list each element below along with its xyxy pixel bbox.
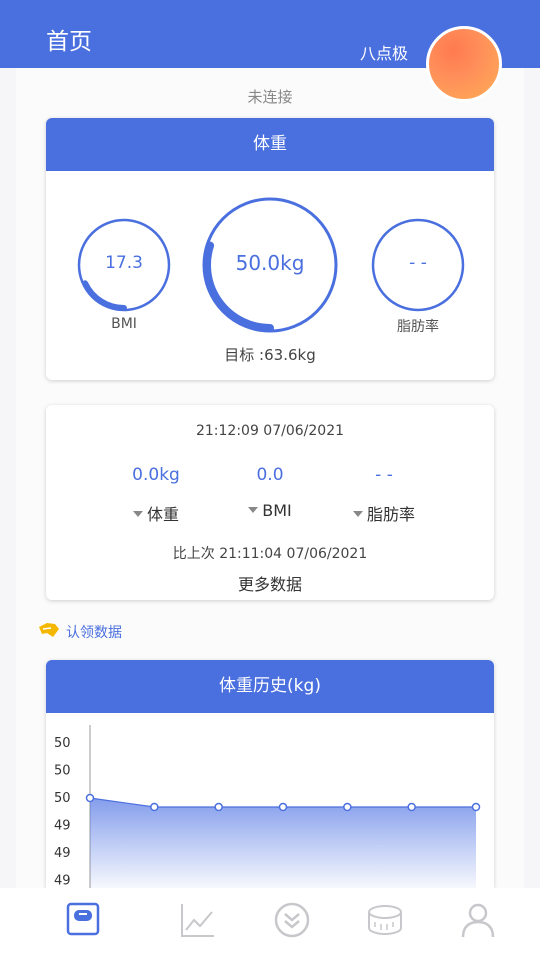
weight-history-chart[interactable]: 50 50 50 49 49 49 xyxy=(46,713,494,888)
body-fat-value: - - xyxy=(409,253,427,273)
history-area xyxy=(90,798,476,888)
weight-gauge: 50.0kg xyxy=(200,195,340,335)
nav-measure[interactable] xyxy=(365,900,405,940)
bottom-nav xyxy=(0,888,540,960)
weight-goal: 目标 :63.6kg xyxy=(224,346,316,364)
tape-measure-icon xyxy=(368,905,402,935)
y-tick-label: 49 xyxy=(54,846,71,861)
history-point[interactable] xyxy=(150,802,159,812)
measurement-card: 21:12:09 07/06/2021 0.0kg 体重 0.0 BMI - -… xyxy=(46,405,494,600)
y-tick-label: 49 xyxy=(54,819,71,834)
avatar[interactable] xyxy=(426,26,502,102)
bmi-label: BMI xyxy=(111,316,137,332)
metric-body-fat: - - 脂肪率 xyxy=(319,465,449,525)
y-tick-label: 50 xyxy=(54,764,71,779)
double-chevron-down-icon xyxy=(274,902,310,938)
history-card: 体重历史(kg) 50 50 50 49 49 49 xyxy=(46,660,494,888)
metric-weight-value: 0.0kg xyxy=(132,465,180,485)
caret-down-icon xyxy=(352,510,363,517)
bmi-progress-arc xyxy=(82,280,127,311)
metric-bmi-value: 0.0 xyxy=(256,465,284,485)
history-point[interactable] xyxy=(407,802,416,812)
history-point[interactable] xyxy=(214,802,223,812)
body-fat-label: 脂肪率 xyxy=(397,319,439,335)
weight-value: 50.0kg xyxy=(235,251,305,275)
page-title: 首页 xyxy=(46,29,92,55)
nav-sync[interactable] xyxy=(272,900,312,940)
history-card-title: 体重历史(kg) xyxy=(46,660,494,713)
history-point[interactable] xyxy=(471,802,481,812)
nav-trend[interactable] xyxy=(178,900,218,940)
compare-previous: 比上次 21:11:04 07/06/2021 xyxy=(172,546,368,562)
claim-data-link[interactable]: 认领数据 xyxy=(38,621,122,643)
scale-icon xyxy=(66,902,100,936)
metric-weight-label: 体重 xyxy=(146,505,179,524)
history-point[interactable] xyxy=(343,802,352,812)
y-tick-label: 50 xyxy=(54,736,71,751)
metric-weight: 0.0kg 体重 xyxy=(91,465,221,525)
metric-body-fat-selector[interactable]: 脂肪率 xyxy=(319,501,449,525)
user-icon xyxy=(461,903,495,938)
y-tick-label: 49 xyxy=(54,874,71,889)
measurement-timestamp: 21:12:09 07/06/2021 xyxy=(195,423,345,439)
metric-body-fat-value: - - xyxy=(375,465,393,485)
claim-data-label: 认领数据 xyxy=(66,625,122,641)
metric-bmi-label: BMI xyxy=(262,501,292,520)
metric-body-fat-label: 脂肪率 xyxy=(366,505,415,524)
metric-bmi-selector[interactable]: BMI xyxy=(205,501,335,520)
weight-card: 体重 17.3 BMI 50.0kg - - 脂肪率 目标 :63.6kg xyxy=(46,118,494,380)
body-fat-gauge: - - xyxy=(370,217,466,313)
username[interactable]: 八点极 xyxy=(360,40,408,64)
history-point[interactable] xyxy=(85,793,95,803)
y-tick-label: 50 xyxy=(54,791,71,806)
bmi-gauge: 17.3 xyxy=(76,217,172,313)
thumbs-up-icon xyxy=(38,621,60,643)
y-tick-labels: 50 50 50 49 49 49 xyxy=(54,736,71,888)
nav-scale[interactable] xyxy=(64,900,104,940)
caret-down-icon xyxy=(248,506,259,513)
metric-bmi: 0.0 BMI xyxy=(205,465,335,520)
caret-down-icon xyxy=(132,510,143,517)
more-data-button[interactable]: 更多数据 xyxy=(46,571,494,595)
nav-profile[interactable] xyxy=(458,900,498,940)
metric-weight-selector[interactable]: 体重 xyxy=(91,501,221,525)
history-point[interactable] xyxy=(278,802,288,812)
trend-chart-icon xyxy=(181,904,214,937)
weight-card-title: 体重 xyxy=(46,118,494,171)
bmi-value: 17.3 xyxy=(105,253,143,273)
